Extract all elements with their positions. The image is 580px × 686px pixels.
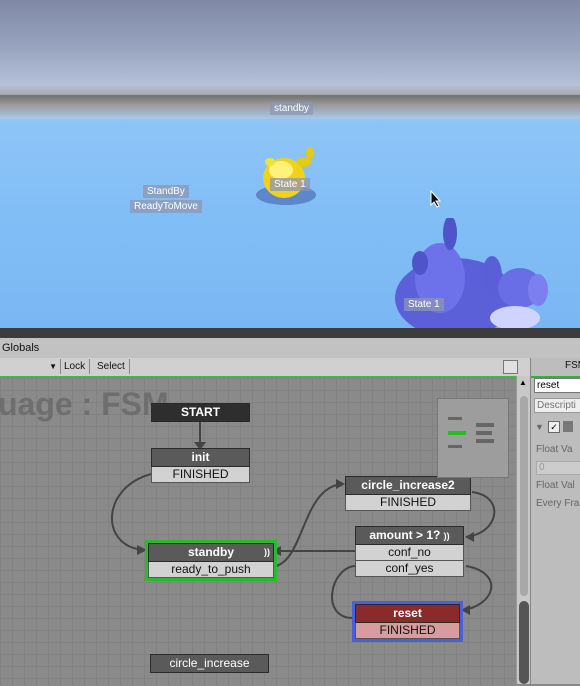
scene-label-ready-to-move: ReadyToMove (130, 200, 202, 213)
state-name-field[interactable] (534, 378, 580, 393)
graph-minimap[interactable] (437, 398, 509, 478)
scene-view[interactable]: standby StandBy ReadyToMove State 1 Stat… (0, 0, 580, 330)
state-circle-increase[interactable]: circle_increase (150, 654, 269, 673)
float-value-field[interactable]: 0 (536, 461, 580, 475)
inspector-fsm-tab[interactable]: FSM (565, 360, 580, 371)
dropdown-arrow-icon: ▼ (49, 362, 57, 371)
state-standby-title-text: standby (187, 545, 234, 559)
state-standby-event[interactable]: ready_to_push (148, 562, 274, 578)
state-reset-title: reset (355, 604, 460, 623)
scene-label-standby: standby (270, 102, 314, 115)
state-amount-event-no[interactable]: conf_no (355, 545, 464, 561)
fsm-selector-dropdown[interactable]: ▼ (0, 359, 61, 374)
running-indicator-icon: )) (264, 547, 270, 557)
running-indicator-icon: )) (443, 531, 450, 541)
state-amount[interactable]: amount > 1? )) conf_no conf_yes (355, 526, 464, 577)
inspector-row-float-1: Float Va (536, 444, 573, 455)
state-circle-increase2-event[interactable]: FINISHED (345, 495, 471, 511)
state-init-event[interactable]: FINISHED (151, 467, 250, 483)
scene-label-state1-yellow: State 1 (270, 178, 310, 191)
state-init-title: init (151, 448, 250, 467)
scrollbar-track-upper (520, 396, 528, 596)
globals-bar: Globals (0, 338, 580, 359)
collapse-arrow-icon[interactable]: ▼ (535, 422, 544, 432)
blue-character[interactable] (380, 218, 580, 330)
state-amount-event-yes[interactable]: conf_yes (355, 561, 464, 577)
globals-tab[interactable]: Globals (2, 342, 39, 354)
state-amount-title: amount > 1? )) (355, 526, 464, 545)
state-init[interactable]: init FINISHED (151, 448, 250, 483)
state-description-field[interactable] (534, 398, 580, 413)
lock-button[interactable]: Lock (60, 359, 91, 374)
state-inspector-panel: FSM ▼ ✓ Float Va 0 Float Val Every Fra (530, 358, 580, 684)
state-standby-title: standby )) (148, 543, 274, 562)
scene-label-state1-blue: State 1 (404, 298, 444, 311)
fsm-graph-canvas[interactable]: uage : FSM START init FINISHED circle_in… (0, 376, 516, 686)
start-node[interactable]: START (151, 403, 250, 422)
state-circle-increase-title: circle_increase (150, 654, 269, 673)
inspector-row-float-2: Float Val (536, 480, 575, 491)
mouse-cursor-icon (430, 190, 442, 208)
calculator-icon (563, 421, 573, 432)
scene-label-standby-state: StandBy (143, 185, 189, 198)
scroll-up-icon[interactable]: ▲ (519, 378, 527, 387)
state-reset-event[interactable]: FINISHED (355, 623, 460, 639)
scene-bottom-border (0, 328, 580, 338)
state-circle-increase2[interactable]: circle_increase2 FINISHED (345, 476, 471, 511)
graph-scrollbar[interactable]: ▲ (516, 376, 531, 684)
state-circle-increase2-title: circle_increase2 (345, 476, 471, 495)
enabled-checkbox[interactable]: ✓ (548, 421, 560, 433)
graph-view-settings-icon[interactable] (503, 360, 518, 374)
inspector-row-every-frame: Every Fra (536, 498, 580, 509)
start-label: START (151, 403, 250, 422)
select-button[interactable]: Select (93, 359, 130, 374)
yellow-character[interactable] (248, 140, 328, 212)
scrollbar-thumb[interactable] (519, 601, 529, 684)
state-reset[interactable]: reset FINISHED (352, 601, 463, 642)
fsm-toolbar: ▼ Lock Select (0, 358, 580, 377)
state-standby[interactable]: standby )) ready_to_push (145, 540, 277, 581)
state-amount-title-text: amount > 1? (369, 528, 441, 542)
